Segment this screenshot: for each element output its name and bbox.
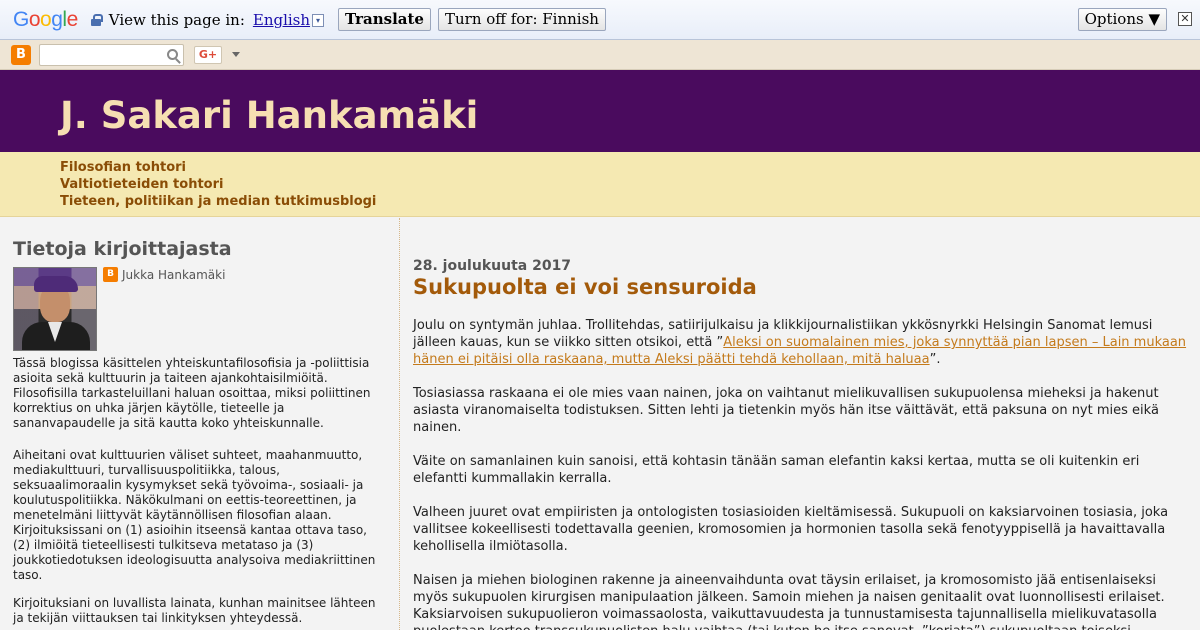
search-icon[interactable]	[167, 48, 178, 60]
blog-search-input[interactable]	[39, 43, 184, 66]
logo-letter: g	[51, 7, 63, 31]
blog-header: J. Sakari Hankamäki	[0, 70, 1200, 152]
translate-bar: Google View this page in: English ▾ Trans…	[0, 0, 1200, 40]
close-icon[interactable]: ✕	[1178, 12, 1192, 26]
logo-letter: e	[66, 7, 79, 31]
language-label: English	[252, 10, 311, 29]
dropdown-arrow-icon[interactable]: ▾	[312, 14, 325, 27]
google-logo: Google	[13, 8, 78, 32]
language-select[interactable]: English ▾	[252, 10, 325, 29]
about-paragraph: Aiheitani ovat kulttuurien väliset suhte…	[13, 448, 376, 582]
post-paragraph: Valheen juuret ovat empiiristen ja ontol…	[413, 505, 1169, 554]
lock-icon	[90, 13, 103, 26]
profile-link[interactable]: Jukka Hankamäki	[103, 267, 225, 282]
post-title[interactable]: Sukupuolta ei voi sensuroida	[413, 275, 757, 299]
options-button[interactable]: Options ▼	[1077, 8, 1167, 31]
turn-off-translate-button[interactable]: Turn off for: Finnish	[437, 8, 606, 31]
blog-title[interactable]: J. Sakari Hankamäki	[60, 94, 478, 137]
main-content: 28. joulukuuta 2017 Sukupuolta ei voi se…	[413, 218, 1188, 630]
paragraph-text: ”.	[929, 352, 941, 367]
post-paragraph: Joulu on syntymän juhlaa. Trollitehdas, …	[413, 317, 1188, 368]
post-paragraph: Väite on samanlainen kuin sanoisi, että …	[413, 454, 1140, 486]
google-plus-button[interactable]: G+	[194, 45, 222, 64]
description-line: Tieteen, politiikan ja median tutkimusbl…	[60, 194, 377, 209]
logo-letter: o	[40, 7, 52, 31]
post-paragraph: Tosiasiassa raskaana ei ole mies vaan na…	[413, 386, 1159, 435]
description-line: Valtiotieteiden tohtori	[60, 177, 224, 192]
profile-name[interactable]: Jukka Hankamäki	[122, 268, 225, 282]
logo-letter: o	[28, 7, 41, 31]
description-line: Filosofian tohtori	[60, 160, 186, 175]
sidebar: Tietoja kirjoittajasta Jukka Hankamäki T…	[0, 218, 400, 630]
about-paragraph: Tässä blogissa käsittelen yhteiskuntafil…	[13, 356, 371, 430]
chevron-down-icon[interactable]	[232, 52, 240, 57]
profile-photo[interactable]	[13, 267, 97, 351]
logo-letter: G	[13, 7, 29, 31]
blogger-navbar: G+	[0, 40, 1200, 70]
translate-button[interactable]: Translate	[338, 8, 431, 31]
about-paragraph: Kirjoituksiani on luvallista lainata, ku…	[13, 596, 376, 625]
post-date: 28. joulukuuta 2017	[413, 258, 572, 274]
blog-description: Filosofian tohtori Valtiotieteiden tohto…	[0, 152, 1200, 217]
translate-prompt: View this page in:	[108, 10, 245, 29]
blogger-profile-icon	[103, 267, 118, 282]
blogger-icon[interactable]	[11, 44, 31, 65]
post-paragraph: Naisen ja miehen biologinen rakenne ja a…	[413, 573, 1165, 630]
sidebar-title: Tietoja kirjoittajasta	[13, 238, 232, 260]
